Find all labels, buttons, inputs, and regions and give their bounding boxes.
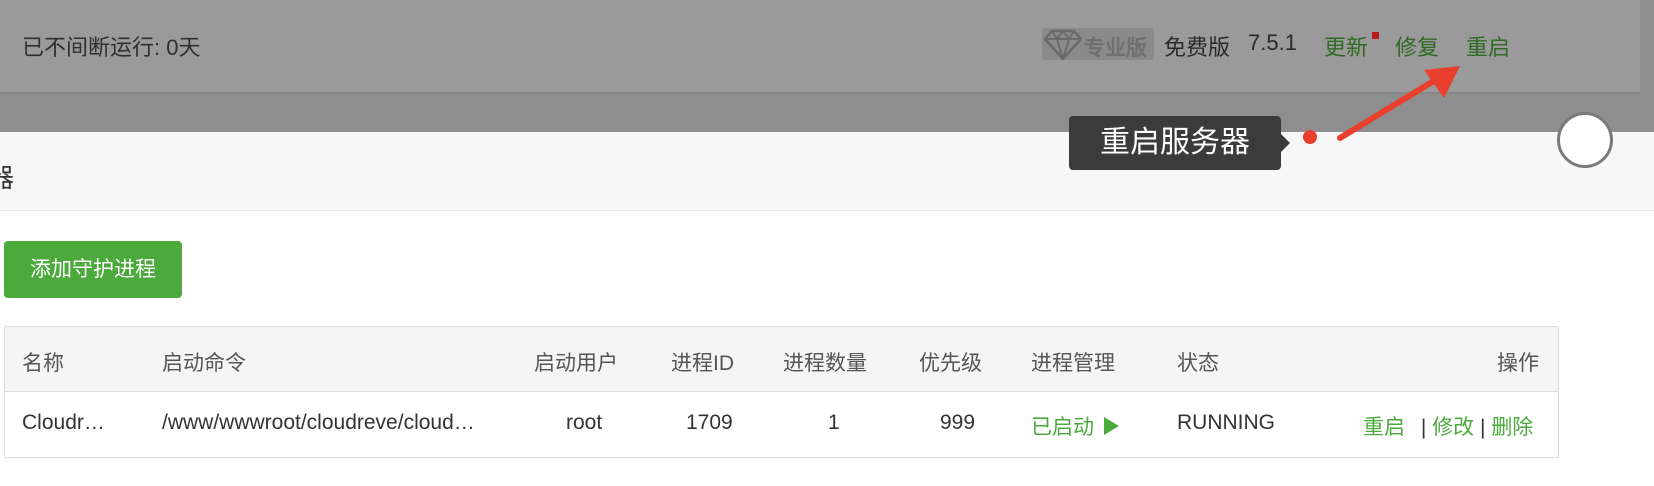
- top-overlay: 已不间断运行: 0天 专业版 免费版 7.5.1 更新 修复 重启: [0, 0, 1654, 132]
- manage-status-label: 已启动: [1031, 416, 1094, 439]
- column-header-priority: 优先级: [919, 352, 982, 375]
- row-actions: 重启 | 修改 | 删除: [1363, 411, 1533, 441]
- top-header: 已不间断运行: 0天 专业版 免费版 7.5.1 更新 修复 重启: [0, 0, 1640, 94]
- process-table: 名称 启动命令 启动用户 进程ID 进程数量 优先级 进程管理 状态 操作 Cl…: [4, 326, 1559, 458]
- play-icon[interactable]: [1104, 417, 1119, 436]
- cell-user: root: [566, 411, 603, 434]
- cell-name: Cloudr…: [22, 411, 105, 434]
- cell-status: RUNNING: [1177, 411, 1275, 434]
- close-circle-icon[interactable]: [1557, 112, 1613, 168]
- version-number: 7.5.1: [1248, 30, 1297, 55]
- cell-priority: 999: [940, 411, 976, 434]
- process-manage-toggle[interactable]: 已启动: [1031, 411, 1119, 441]
- update-link[interactable]: 更新: [1324, 30, 1368, 62]
- column-header-status: 状态: [1177, 352, 1219, 375]
- restart-link[interactable]: 重启: [1466, 30, 1510, 62]
- annotation-dot: [1303, 130, 1317, 144]
- cell-count: 1: [828, 411, 840, 434]
- column-header-count: 进程数量: [783, 352, 867, 375]
- column-header-pid: 进程ID: [671, 352, 734, 375]
- edit-process-link[interactable]: 修改: [1432, 416, 1474, 439]
- action-separator: |: [1480, 416, 1486, 439]
- column-header-actions: 操作: [1497, 352, 1539, 375]
- column-header-name: 名称: [22, 352, 64, 375]
- section-title: 器: [0, 163, 15, 193]
- cell-pid: 1709: [686, 411, 733, 434]
- table-header: 名称 启动命令 启动用户 进程ID 进程数量 优先级 进程管理 状态 操作: [5, 327, 1558, 392]
- diamond-icon: [1043, 28, 1083, 65]
- restart-server-tooltip: 重启服务器: [1069, 116, 1281, 170]
- tooltip-pointer: [1281, 134, 1290, 152]
- column-header-command: 启动命令: [162, 352, 246, 375]
- uptime-text: 已不间断运行: 0天: [22, 35, 201, 60]
- delete-process-link[interactable]: 删除: [1491, 416, 1533, 439]
- column-header-manage: 进程管理: [1031, 352, 1115, 375]
- add-daemon-button[interactable]: 添加守护进程: [4, 241, 182, 298]
- section-header: 器: [0, 132, 1654, 211]
- cell-command: /www/wwwroot/cloudreve/cloud…: [162, 411, 475, 434]
- action-separator: |: [1420, 416, 1427, 439]
- restart-process-link[interactable]: 重启: [1363, 416, 1405, 439]
- pro-version-badge[interactable]: 专业版: [1042, 28, 1154, 63]
- free-edition-label: 免费版: [1164, 35, 1231, 60]
- pro-label: 专业版: [1084, 37, 1147, 60]
- repair-link[interactable]: 修复: [1395, 30, 1439, 62]
- update-notification-dot: [1372, 32, 1379, 39]
- column-header-user: 启动用户: [534, 352, 618, 375]
